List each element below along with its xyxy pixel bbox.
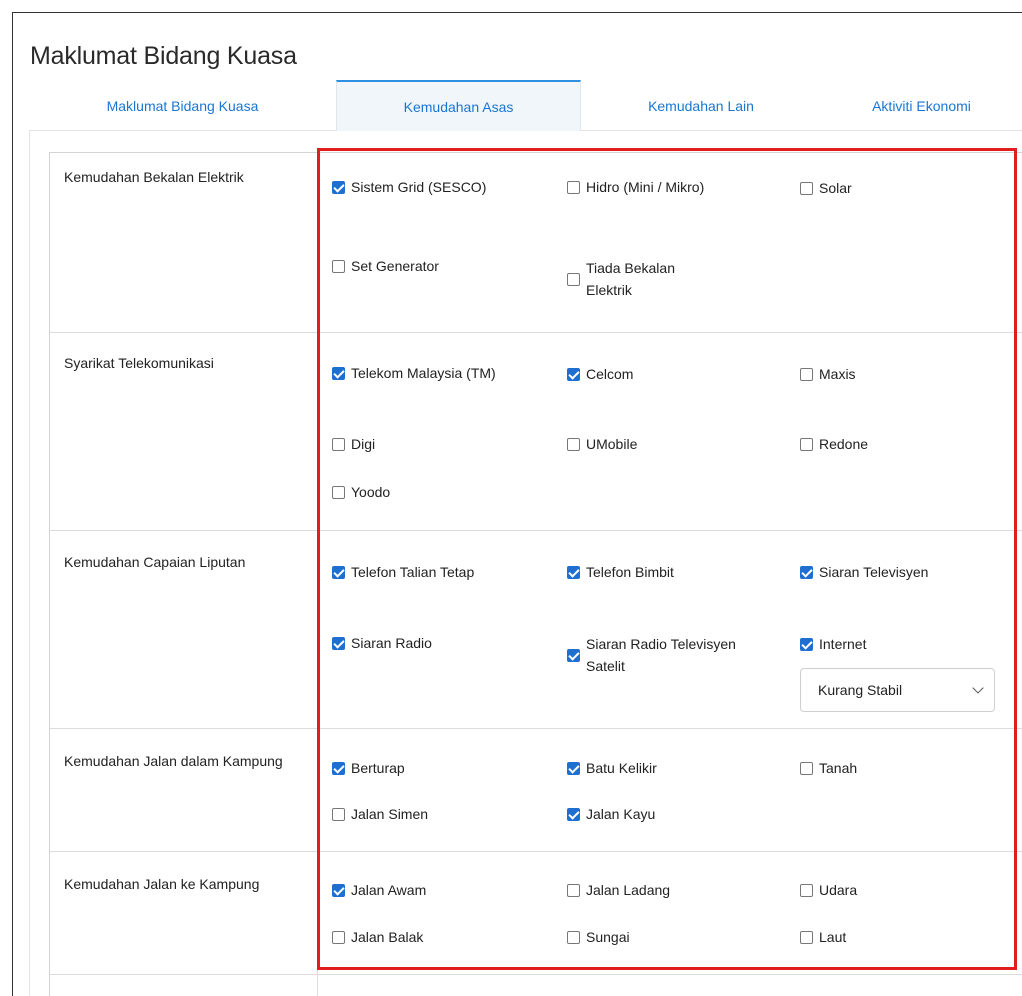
checkbox-yoodo[interactable]: Yoodo	[332, 481, 390, 503]
checkbox-box[interactable]	[332, 180, 345, 194]
checkbox-telekom-malaysia[interactable]: Telekom Malaysia (TM)	[332, 362, 532, 384]
checkbox-set-generator[interactable]: Set Generator	[332, 255, 439, 277]
checkbox-celcom[interactable]: Celcom	[567, 363, 633, 385]
checkbox-box[interactable]	[800, 565, 813, 579]
window-border-left	[12, 12, 13, 996]
internet-quality-select[interactable]: Kurang Stabil	[800, 668, 995, 712]
checkbox-box[interactable]	[567, 272, 580, 286]
checkbox-box[interactable]	[332, 636, 345, 650]
checkbox-box[interactable]	[332, 807, 345, 821]
row-label-bekalan-elektrik: Kemudahan Bekalan Elektrik	[64, 169, 244, 185]
chevron-down-icon	[972, 682, 984, 694]
checkbox-box[interactable]	[800, 181, 813, 195]
page-title: Maklumat Bidang Kuasa	[30, 42, 297, 70]
row-divider	[49, 851, 1022, 852]
row-divider	[49, 530, 1022, 531]
checkbox-udara[interactable]: Udara	[800, 879, 857, 901]
tab-aktiviti-ekonomi[interactable]: Aktiviti Ekonomi	[821, 80, 1022, 131]
row-label-jalan-ke-kampung: Kemudahan Jalan ke Kampung	[64, 876, 260, 892]
checkbox-box[interactable]	[567, 180, 580, 194]
checkbox-jalan-balak[interactable]: Jalan Balak	[332, 926, 423, 948]
checkbox-solar[interactable]: Solar	[800, 177, 852, 199]
checkbox-box[interactable]	[567, 761, 580, 775]
tab-kemudahan-lain[interactable]: Kemudahan Lain	[581, 80, 821, 131]
checkbox-box[interactable]	[567, 807, 580, 821]
checkbox-box[interactable]	[567, 565, 580, 579]
checkbox-box[interactable]	[332, 366, 345, 380]
checkbox-box[interactable]	[800, 437, 813, 451]
row-divider	[49, 728, 1022, 729]
checkbox-box[interactable]	[800, 883, 813, 897]
row-label-syarikat-telekomunikasi: Syarikat Telekomunikasi	[64, 355, 214, 371]
checkbox-box[interactable]	[332, 883, 345, 897]
checkbox-batu-kelikir[interactable]: Batu Kelikir	[567, 757, 657, 779]
internet-quality-value: Kurang Stabil	[818, 682, 903, 698]
checkbox-box[interactable]	[332, 259, 345, 273]
tab-kemudahan-asas[interactable]: Kemudahan Asas	[336, 80, 581, 131]
checkbox-box[interactable]	[567, 367, 580, 381]
checkbox-jalan-awam[interactable]: Jalan Awam	[332, 879, 426, 901]
checkbox-siaran-radio[interactable]: Siaran Radio	[332, 632, 432, 654]
checkbox-siaran-radio-televisyen-satelit[interactable]: Siaran Radio Televisyen Satelit	[567, 633, 767, 677]
checkbox-maxis[interactable]: Maxis	[800, 363, 856, 385]
column-divider	[317, 152, 318, 996]
checkbox-tiada-bekalan-elektrik[interactable]: Tiada Bekalan Elektrik	[567, 257, 717, 301]
checkbox-telefon-bimbit[interactable]: Telefon Bimbit	[567, 561, 674, 583]
checkbox-redone[interactable]: Redone	[800, 433, 868, 455]
row-divider	[49, 332, 1022, 333]
checkbox-sistem-grid[interactable]: Sistem Grid (SESCO)	[332, 176, 532, 198]
tab-maklumat-bidang-kuasa[interactable]: Maklumat Bidang Kuasa	[29, 80, 336, 131]
checkbox-box[interactable]	[567, 648, 580, 662]
checkbox-digi[interactable]: Digi	[332, 433, 375, 455]
checkbox-internet[interactable]: Internet	[800, 633, 866, 655]
checkbox-box[interactable]	[800, 367, 813, 381]
checkbox-jalan-kayu[interactable]: Jalan Kayu	[567, 803, 655, 825]
checkbox-box[interactable]	[332, 761, 345, 775]
checkbox-box[interactable]	[800, 930, 813, 944]
tab-bar: Maklumat Bidang Kuasa Kemudahan Asas Kem…	[29, 80, 1022, 131]
checkbox-box[interactable]	[800, 761, 813, 775]
checkbox-box[interactable]	[332, 565, 345, 579]
checkbox-box[interactable]	[332, 437, 345, 451]
checkbox-berturap[interactable]: Berturap	[332, 757, 405, 779]
checkbox-umobile[interactable]: UMobile	[567, 433, 637, 455]
checkbox-siaran-televisyen[interactable]: Siaran Televisyen	[800, 561, 928, 583]
checkbox-box[interactable]	[332, 930, 345, 944]
checkbox-box[interactable]	[567, 930, 580, 944]
checkbox-hidro[interactable]: Hidro (Mini / Mikro)	[567, 176, 717, 198]
checkbox-sungai[interactable]: Sungai	[567, 926, 630, 948]
checkbox-jalan-simen[interactable]: Jalan Simen	[332, 803, 428, 825]
row-label-capaian-liputan: Kemudahan Capaian Liputan	[64, 554, 246, 570]
row-divider	[49, 974, 1022, 975]
checkbox-tanah[interactable]: Tanah	[800, 757, 857, 779]
row-label-jalan-dalam-kampung: Kemudahan Jalan dalam Kampung	[64, 753, 283, 769]
checkbox-box[interactable]	[800, 637, 813, 651]
checkbox-box[interactable]	[332, 485, 345, 499]
checkbox-box[interactable]	[567, 437, 580, 451]
checkbox-jalan-ladang[interactable]: Jalan Ladang	[567, 879, 670, 901]
checkbox-telefon-talian-tetap[interactable]: Telefon Talian Tetap	[332, 561, 502, 583]
checkbox-box[interactable]	[567, 883, 580, 897]
window-border-top	[12, 12, 1022, 13]
checkbox-laut[interactable]: Laut	[800, 926, 846, 948]
